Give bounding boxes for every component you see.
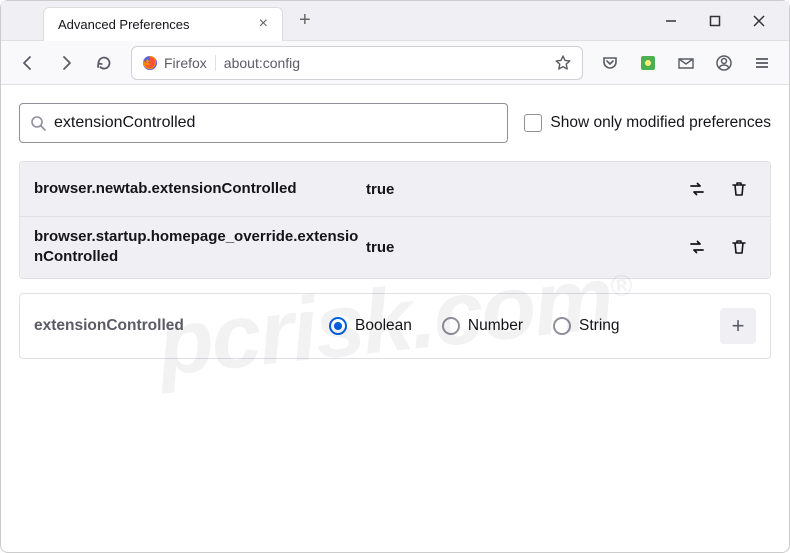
type-radios: Boolean Number String bbox=[329, 317, 720, 335]
identity-box[interactable]: Firefox bbox=[142, 55, 216, 71]
pocket-icon[interactable] bbox=[593, 46, 627, 80]
new-pref-row: extensionControlled Boolean Number Strin… bbox=[19, 293, 771, 359]
toggle-button[interactable] bbox=[680, 172, 714, 206]
search-row: Show only modified preferences bbox=[19, 103, 771, 143]
menu-button[interactable] bbox=[745, 46, 779, 80]
pref-name: browser.startup.homepage_override.extens… bbox=[34, 227, 364, 268]
new-pref-name: extensionControlled bbox=[34, 317, 329, 335]
window-titlebar: Advanced Preferences × + bbox=[1, 1, 789, 41]
window-controls bbox=[649, 1, 781, 41]
radio-label-text: Boolean bbox=[355, 317, 412, 335]
url-bar[interactable]: Firefox about:config bbox=[131, 46, 583, 80]
new-tab-button[interactable]: + bbox=[291, 5, 319, 36]
prefs-table: browser.newtab.extensionControlled true … bbox=[19, 161, 771, 279]
account-icon[interactable] bbox=[707, 46, 741, 80]
add-pref-button[interactable]: + bbox=[720, 308, 756, 344]
radio-boolean[interactable]: Boolean bbox=[329, 317, 412, 335]
back-button[interactable] bbox=[11, 46, 45, 80]
checkbox-icon bbox=[524, 114, 542, 132]
pref-actions bbox=[680, 230, 756, 264]
pref-value: true bbox=[364, 239, 680, 256]
search-input[interactable] bbox=[54, 114, 497, 132]
checkbox-label-text: Show only modified preferences bbox=[550, 114, 771, 132]
url-text: about:config bbox=[224, 55, 546, 71]
about-config-content: Show only modified preferences browser.n… bbox=[1, 85, 789, 377]
pref-row: browser.newtab.extensionControlled true bbox=[20, 162, 770, 216]
delete-button[interactable] bbox=[722, 230, 756, 264]
firefox-logo-icon bbox=[142, 55, 158, 71]
nav-toolbar: Firefox about:config bbox=[1, 41, 789, 85]
radio-label-text: String bbox=[579, 317, 620, 335]
radio-icon bbox=[442, 317, 460, 335]
mail-icon[interactable] bbox=[669, 46, 703, 80]
radio-number[interactable]: Number bbox=[442, 317, 523, 335]
maximize-button[interactable] bbox=[693, 3, 737, 39]
identity-label: Firefox bbox=[164, 55, 207, 71]
extension-icon[interactable] bbox=[631, 46, 665, 80]
radio-icon bbox=[329, 317, 347, 335]
pref-value: true bbox=[364, 181, 680, 198]
search-box[interactable] bbox=[19, 103, 508, 143]
pref-name: browser.newtab.extensionControlled bbox=[34, 179, 364, 199]
show-modified-checkbox[interactable]: Show only modified preferences bbox=[524, 114, 771, 132]
radio-icon bbox=[553, 317, 571, 335]
pref-row: browser.startup.homepage_override.extens… bbox=[20, 216, 770, 278]
close-window-button[interactable] bbox=[737, 3, 781, 39]
close-tab-icon[interactable]: × bbox=[259, 16, 268, 32]
tab-title: Advanced Preferences bbox=[58, 17, 190, 32]
pref-actions bbox=[680, 172, 756, 206]
search-icon bbox=[30, 115, 46, 131]
toggle-button[interactable] bbox=[680, 230, 714, 264]
radio-string[interactable]: String bbox=[553, 317, 620, 335]
radio-label-text: Number bbox=[468, 317, 523, 335]
forward-button[interactable] bbox=[49, 46, 83, 80]
bookmark-star-icon[interactable] bbox=[554, 54, 572, 72]
minimize-button[interactable] bbox=[649, 3, 693, 39]
delete-button[interactable] bbox=[722, 172, 756, 206]
reload-button[interactable] bbox=[87, 46, 121, 80]
browser-tab[interactable]: Advanced Preferences × bbox=[43, 7, 283, 41]
